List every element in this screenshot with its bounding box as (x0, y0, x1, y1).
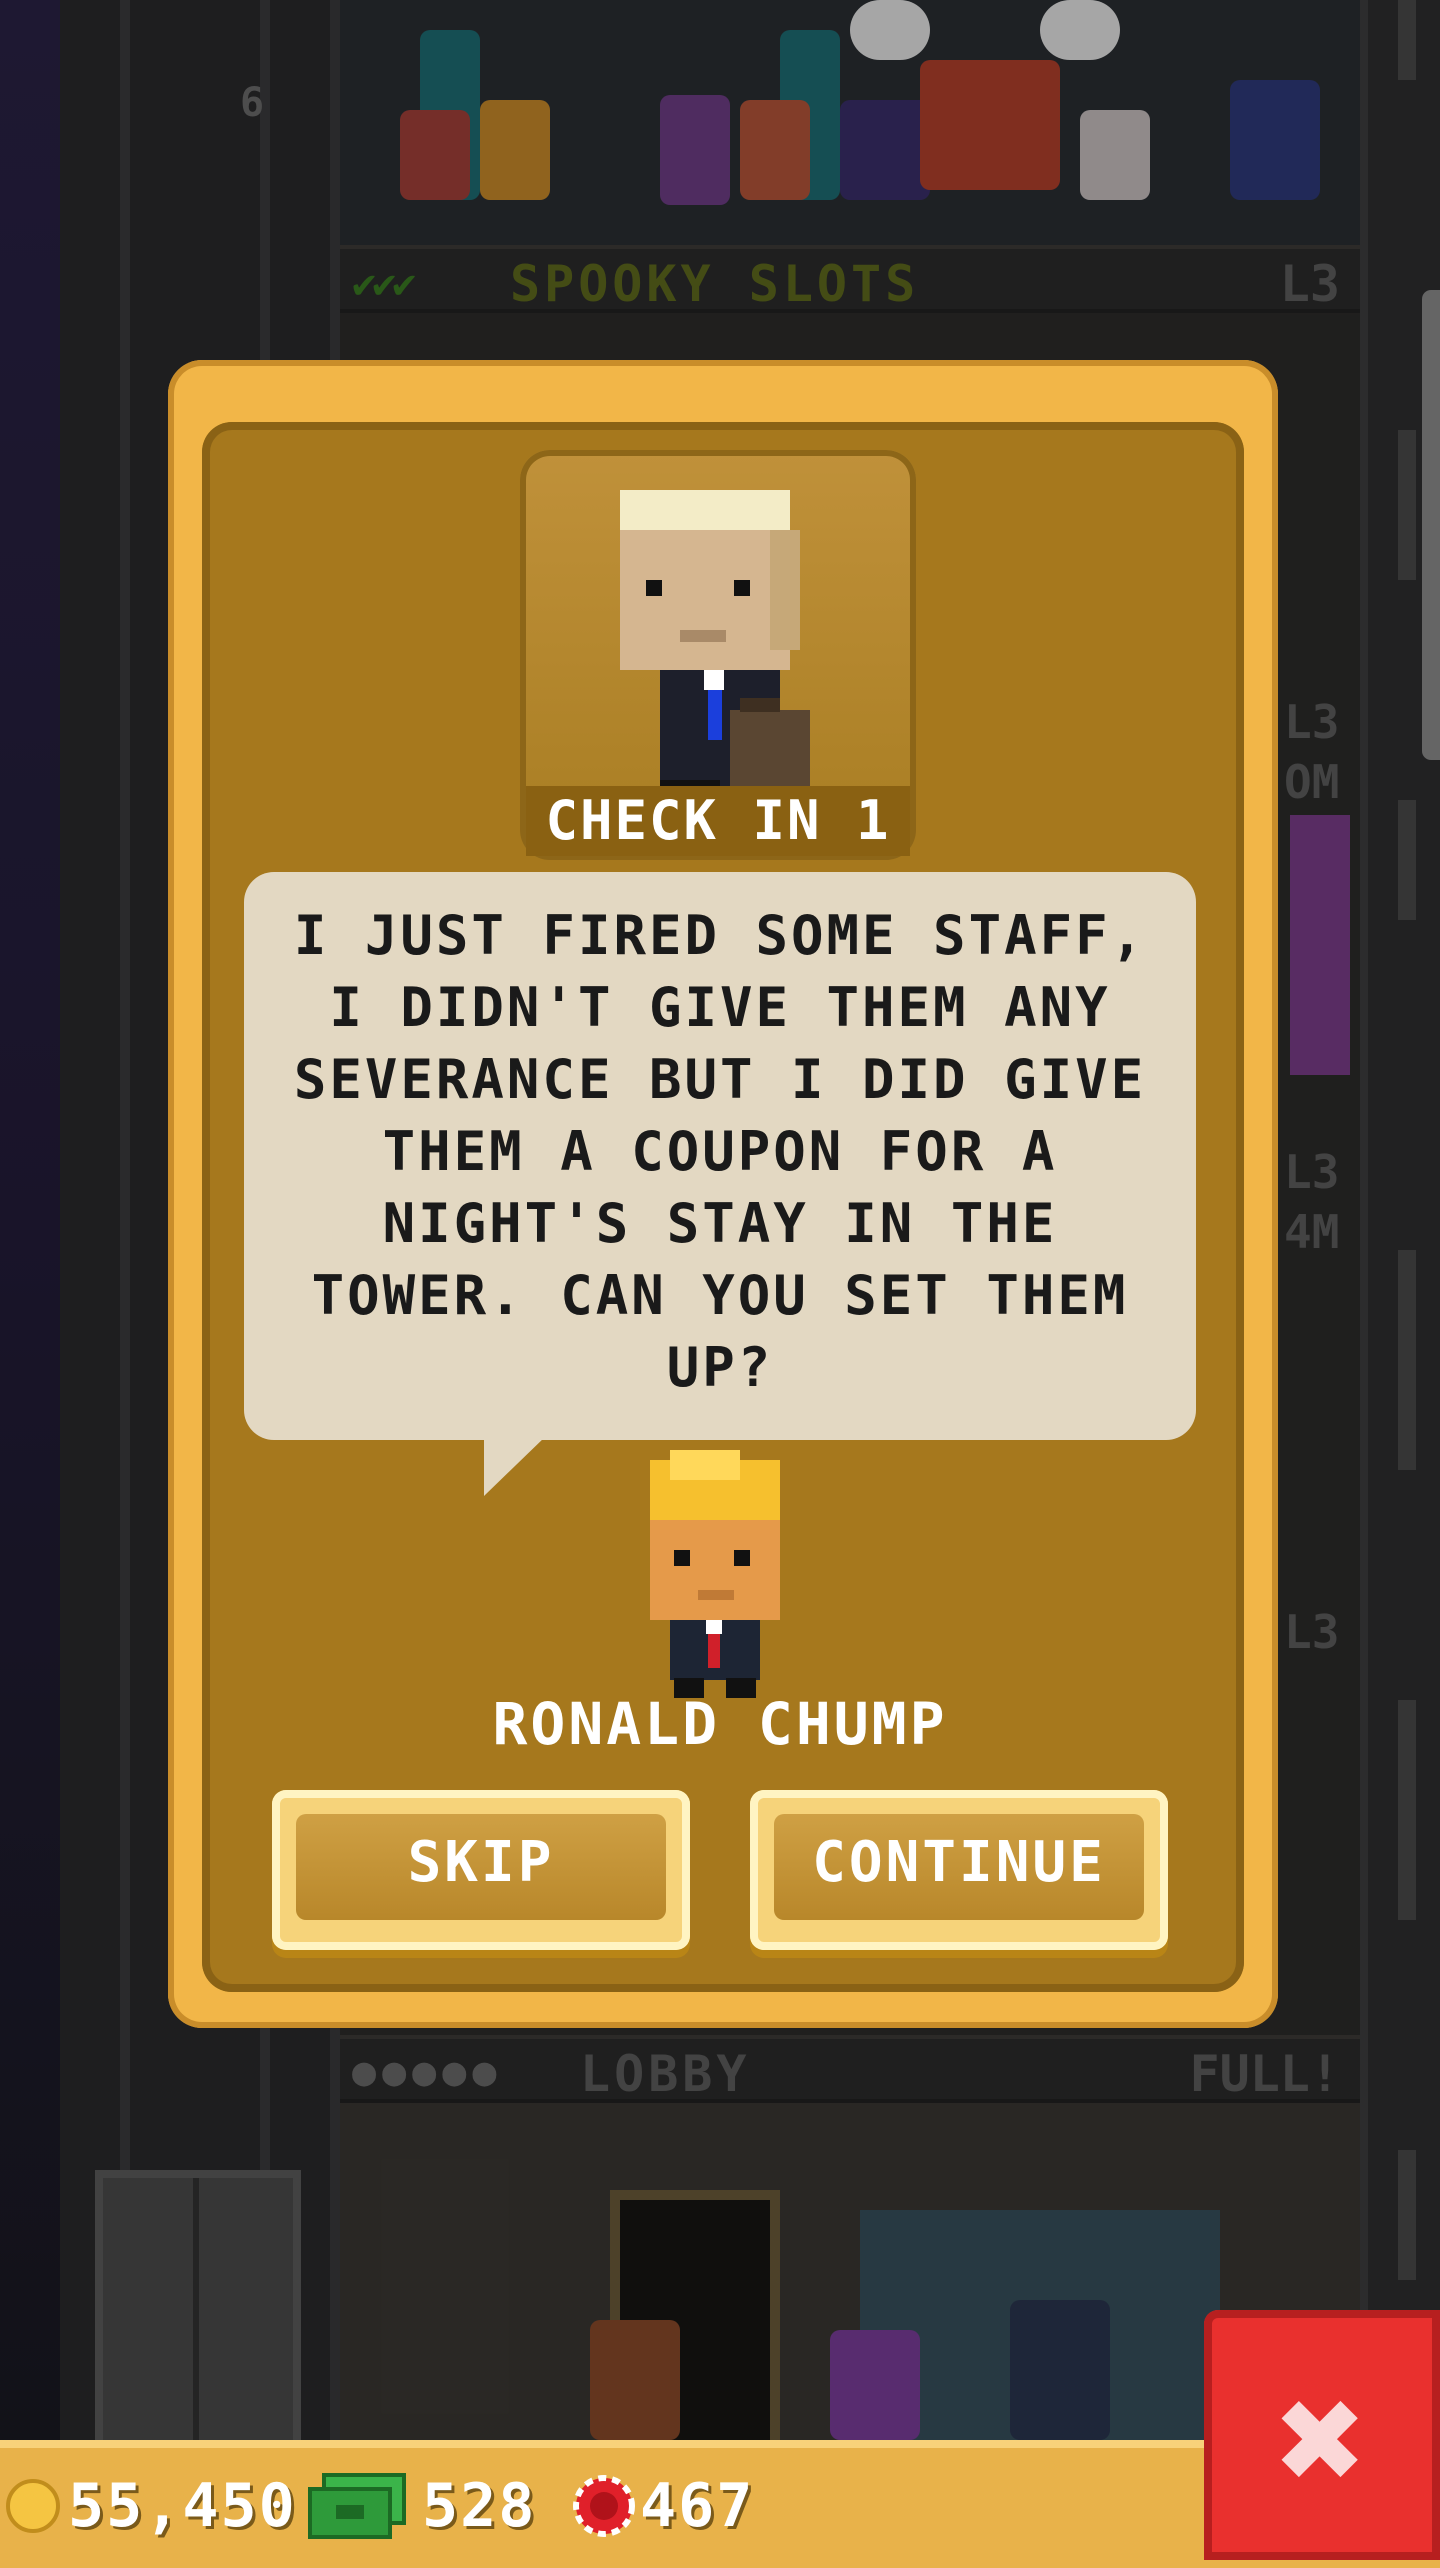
character-name: RONALD CHUMP (492, 1690, 948, 1758)
skip-button-label: SKIP (407, 1830, 555, 1895)
tokens-value: 467 (640, 2471, 755, 2541)
bux-icon (308, 2473, 406, 2539)
coins-counter[interactable]: 55,450 (6, 2466, 297, 2546)
bux-value: 528 (422, 2471, 537, 2541)
dialog-message: I JUST FIRED SOME STAFF, I DIDN'T GIVE T… (293, 904, 1147, 1399)
close-button[interactable]: ✖ (1204, 2310, 1440, 2560)
close-icon: ✖ (1276, 2353, 1368, 2527)
mission-label: CHECK IN 1 (526, 786, 910, 856)
coin-icon (6, 2479, 60, 2533)
coins-value: 55,450 (68, 2471, 297, 2541)
speech-bubble-tail (484, 1436, 546, 1496)
continue-button[interactable]: CONTINUE (750, 1790, 1168, 1950)
token-icon (573, 2475, 635, 2537)
bux-counter[interactable]: 528 (306, 2466, 536, 2546)
continue-button-label: CONTINUE (812, 1830, 1106, 1895)
ronald-chump-sprite (650, 1450, 780, 1698)
tokens-counter[interactable]: 467 (572, 2466, 754, 2546)
skip-button[interactable]: SKIP (272, 1790, 690, 1950)
